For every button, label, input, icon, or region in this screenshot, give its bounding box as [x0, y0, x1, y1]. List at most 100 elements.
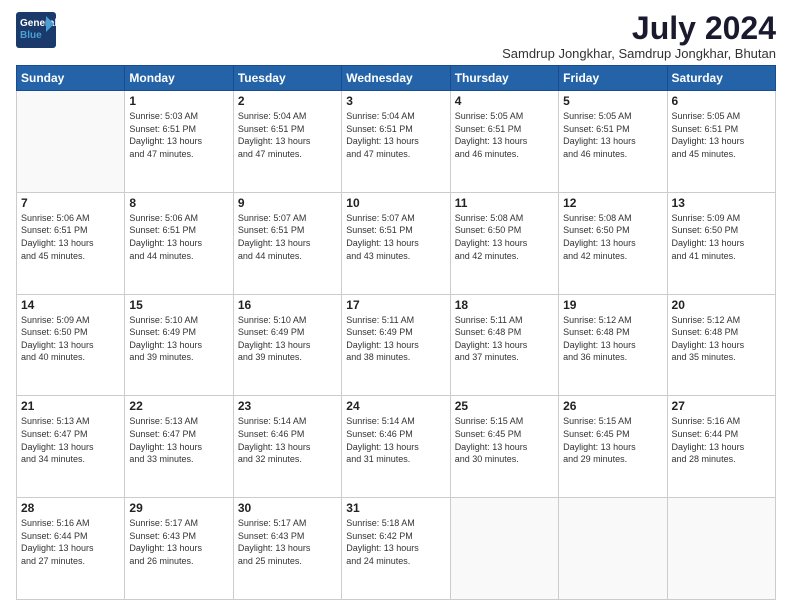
table-row: 12Sunrise: 5:08 AM Sunset: 6:50 PM Dayli… — [559, 192, 667, 294]
calendar-header-row: Sunday Monday Tuesday Wednesday Thursday… — [17, 66, 776, 91]
table-row: 9 Sunrise: 5:07 AM Sunset: 6:51 PM Daylig… — [233, 192, 341, 294]
day-number: 27 — [672, 399, 771, 413]
table-row: 21Sunrise: 5:13 AM Sunset: 6:47 PM Dayli… — [17, 396, 125, 498]
day-number: 7 — [21, 196, 120, 210]
day-content: Sunrise: 5:06 AM Sunset: 6:51 PM Dayligh… — [129, 212, 228, 262]
day-content: Sunrise: 5:11 AM Sunset: 6:49 PM Dayligh… — [346, 314, 445, 364]
table-row: 7 Sunrise: 5:06 AM Sunset: 6:51 PM Daylig… — [17, 192, 125, 294]
header-monday: Monday — [125, 66, 233, 91]
day-content: Sunrise: 5:14 AM Sunset: 6:46 PM Dayligh… — [346, 415, 445, 465]
day-number: 23 — [238, 399, 337, 413]
table-row: 27 Sunrise: 5:16 AM Sunset: 6:44 PM Dayli… — [667, 396, 775, 498]
table-row — [17, 91, 125, 193]
table-row: 3Sunrise: 5:04 AM Sunset: 6:51 PM Daylig… — [342, 91, 450, 193]
day-number: 8 — [129, 196, 228, 210]
header: General Blue July 2024 Samdrup Jongkhar,… — [16, 12, 776, 61]
day-number: 30 — [238, 501, 337, 515]
day-number: 6 — [672, 94, 771, 108]
day-number: 29 — [129, 501, 228, 515]
table-row: 24 Sunrise: 5:14 AM Sunset: 6:46 PM Dayli… — [342, 396, 450, 498]
day-content: Sunrise: 5:17 AM Sunset: 6:43 PM Dayligh… — [238, 517, 337, 567]
day-content: Sunrise: 5:10 AM Sunset: 6:49 PM Dayligh… — [129, 314, 228, 364]
table-row: 17 Sunrise: 5:11 AM Sunset: 6:49 PM Dayli… — [342, 294, 450, 396]
table-row: 25Sunrise: 5:15 AM Sunset: 6:45 PM Dayli… — [450, 396, 558, 498]
calendar-week-row: 21Sunrise: 5:13 AM Sunset: 6:47 PM Dayli… — [17, 396, 776, 498]
location-text: Samdrup Jongkhar, Samdrup Jongkhar, Bhut… — [502, 46, 776, 61]
day-content: Sunrise: 5:09 AM Sunset: 6:50 PM Dayligh… — [21, 314, 120, 364]
logo: General Blue — [16, 12, 56, 48]
day-content: Sunrise: 5:15 AM Sunset: 6:45 PM Dayligh… — [563, 415, 662, 465]
day-content: Sunrise: 5:05 AM Sunset: 6:51 PM Dayligh… — [563, 110, 662, 160]
table-row — [559, 498, 667, 600]
day-number: 17 — [346, 298, 445, 312]
day-content: Sunrise: 5:12 AM Sunset: 6:48 PM Dayligh… — [563, 314, 662, 364]
title-section: July 2024 Samdrup Jongkhar, Samdrup Jong… — [502, 12, 776, 61]
day-content: Sunrise: 5:08 AM Sunset: 6:50 PM Dayligh… — [455, 212, 554, 262]
day-content: Sunrise: 5:10 AM Sunset: 6:49 PM Dayligh… — [238, 314, 337, 364]
header-saturday: Saturday — [667, 66, 775, 91]
day-number: 13 — [672, 196, 771, 210]
header-sunday: Sunday — [17, 66, 125, 91]
day-number: 1 — [129, 94, 228, 108]
day-number: 4 — [455, 94, 554, 108]
day-content: Sunrise: 5:04 AM Sunset: 6:51 PM Dayligh… — [346, 110, 445, 160]
day-number: 22 — [129, 399, 228, 413]
day-number: 26 — [563, 399, 662, 413]
table-row: 8 Sunrise: 5:06 AM Sunset: 6:51 PM Daylig… — [125, 192, 233, 294]
table-row — [450, 498, 558, 600]
day-content: Sunrise: 5:03 AM Sunset: 6:51 PM Dayligh… — [129, 110, 228, 160]
day-number: 12 — [563, 196, 662, 210]
day-content: Sunrise: 5:13 AM Sunset: 6:47 PM Dayligh… — [129, 415, 228, 465]
page: General Blue July 2024 Samdrup Jongkhar,… — [0, 0, 792, 612]
calendar-week-row: 28Sunrise: 5:16 AM Sunset: 6:44 PM Dayli… — [17, 498, 776, 600]
day-content: Sunrise: 5:12 AM Sunset: 6:48 PM Dayligh… — [672, 314, 771, 364]
day-content: Sunrise: 5:06 AM Sunset: 6:51 PM Dayligh… — [21, 212, 120, 262]
day-number: 31 — [346, 501, 445, 515]
day-number: 2 — [238, 94, 337, 108]
day-number: 24 — [346, 399, 445, 413]
day-number: 14 — [21, 298, 120, 312]
day-content: Sunrise: 5:07 AM Sunset: 6:51 PM Dayligh… — [238, 212, 337, 262]
day-number: 28 — [21, 501, 120, 515]
table-row: 10 Sunrise: 5:07 AM Sunset: 6:51 PM Dayli… — [342, 192, 450, 294]
table-row: 26 Sunrise: 5:15 AM Sunset: 6:45 PM Dayli… — [559, 396, 667, 498]
table-row: 14 Sunrise: 5:09 AM Sunset: 6:50 PM Dayli… — [17, 294, 125, 396]
logo-icon: General Blue — [16, 12, 56, 48]
table-row: 19 Sunrise: 5:12 AM Sunset: 6:48 PM Dayli… — [559, 294, 667, 396]
calendar-week-row: 7 Sunrise: 5:06 AM Sunset: 6:51 PM Daylig… — [17, 192, 776, 294]
table-row: 5 Sunrise: 5:05 AM Sunset: 6:51 PM Daylig… — [559, 91, 667, 193]
header-friday: Friday — [559, 66, 667, 91]
day-content: Sunrise: 5:16 AM Sunset: 6:44 PM Dayligh… — [672, 415, 771, 465]
day-number: 15 — [129, 298, 228, 312]
day-number: 19 — [563, 298, 662, 312]
day-number: 11 — [455, 196, 554, 210]
day-number: 10 — [346, 196, 445, 210]
table-row: 16 Sunrise: 5:10 AM Sunset: 6:49 PM Dayli… — [233, 294, 341, 396]
day-content: Sunrise: 5:07 AM Sunset: 6:51 PM Dayligh… — [346, 212, 445, 262]
svg-text:Blue: Blue — [20, 30, 42, 41]
table-row: 18Sunrise: 5:11 AM Sunset: 6:48 PM Dayli… — [450, 294, 558, 396]
table-row: 15 Sunrise: 5:10 AM Sunset: 6:49 PM Dayli… — [125, 294, 233, 396]
table-row: 29Sunrise: 5:17 AM Sunset: 6:43 PM Dayli… — [125, 498, 233, 600]
table-row: 22 Sunrise: 5:13 AM Sunset: 6:47 PM Dayli… — [125, 396, 233, 498]
day-content: Sunrise: 5:14 AM Sunset: 6:46 PM Dayligh… — [238, 415, 337, 465]
table-row: 20 Sunrise: 5:12 AM Sunset: 6:48 PM Dayli… — [667, 294, 775, 396]
day-number: 25 — [455, 399, 554, 413]
table-row: 23 Sunrise: 5:14 AM Sunset: 6:46 PM Dayli… — [233, 396, 341, 498]
calendar-week-row: 1 Sunrise: 5:03 AM Sunset: 6:51 PM Daylig… — [17, 91, 776, 193]
header-tuesday: Tuesday — [233, 66, 341, 91]
day-content: Sunrise: 5:04 AM Sunset: 6:51 PM Dayligh… — [238, 110, 337, 160]
table-row: 6Sunrise: 5:05 AM Sunset: 6:51 PM Daylig… — [667, 91, 775, 193]
day-number: 16 — [238, 298, 337, 312]
day-number: 9 — [238, 196, 337, 210]
day-content: Sunrise: 5:13 AM Sunset: 6:47 PM Dayligh… — [21, 415, 120, 465]
table-row — [667, 498, 775, 600]
table-row: 28Sunrise: 5:16 AM Sunset: 6:44 PM Dayli… — [17, 498, 125, 600]
table-row: 11 Sunrise: 5:08 AM Sunset: 6:50 PM Dayli… — [450, 192, 558, 294]
day-content: Sunrise: 5:11 AM Sunset: 6:48 PM Dayligh… — [455, 314, 554, 364]
calendar-table: Sunday Monday Tuesday Wednesday Thursday… — [16, 65, 776, 600]
day-number: 20 — [672, 298, 771, 312]
table-row: 1 Sunrise: 5:03 AM Sunset: 6:51 PM Daylig… — [125, 91, 233, 193]
table-row: 31Sunrise: 5:18 AM Sunset: 6:42 PM Dayli… — [342, 498, 450, 600]
day-number: 5 — [563, 94, 662, 108]
